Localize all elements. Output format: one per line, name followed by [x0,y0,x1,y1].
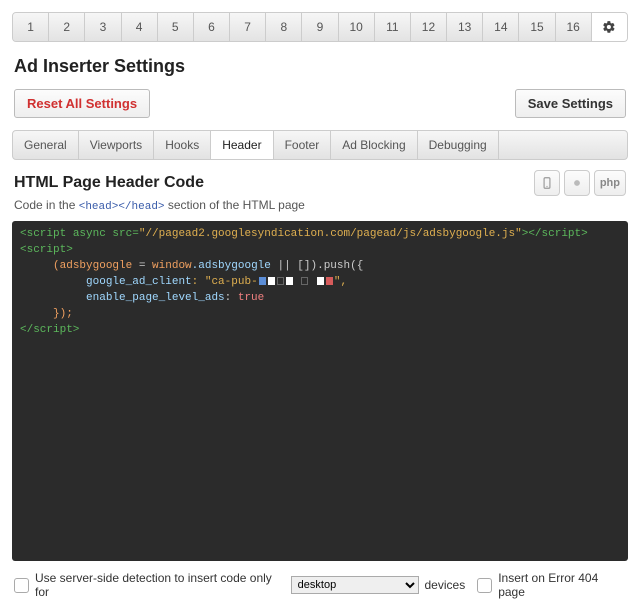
block-tab-2[interactable]: 2 [49,13,85,41]
section-subtext: Code in the <head></head> section of the… [14,198,626,213]
block-tab-11[interactable]: 11 [375,13,411,41]
circle-icon [570,176,584,190]
block-tab-8[interactable]: 8 [266,13,302,41]
block-tab-16[interactable]: 16 [556,13,592,41]
section-title: HTML Page Header Code [14,174,530,192]
block-tab-5[interactable]: 5 [158,13,194,41]
block-tab-10[interactable]: 10 [339,13,375,41]
block-tab-12[interactable]: 12 [411,13,447,41]
footer-options: Use server-side detection to insert code… [14,571,626,599]
tab-general[interactable]: General [13,131,79,159]
block-tab-14[interactable]: 14 [483,13,519,41]
block-tab-13[interactable]: 13 [447,13,483,41]
block-tab-4[interactable]: 4 [122,13,158,41]
section-header: HTML Page Header Code php [14,170,626,196]
settings-gear-tab[interactable] [592,13,627,41]
block-tab-15[interactable]: 15 [519,13,555,41]
code-editor[interactable]: <script async src="//pagead2.googlesyndi… [12,221,628,561]
subtext-prefix: Code in the [14,198,79,212]
enable-toggle-button[interactable] [564,170,590,196]
block-tab-9[interactable]: 9 [302,13,338,41]
block-tab-1[interactable]: 1 [13,13,49,41]
devices-suffix: devices [425,578,466,592]
save-settings-button[interactable]: Save Settings [515,89,626,118]
phone-icon [540,176,554,190]
tab-header[interactable]: Header [211,131,273,159]
subtext-suffix: section of the HTML page [165,198,305,212]
server-side-label: Use server-side detection to insert code… [35,571,285,599]
gear-icon [602,20,616,34]
tab-hooks[interactable]: Hooks [154,131,211,159]
head-tag-sample: <head></head> [79,201,165,213]
block-tab-6[interactable]: 6 [194,13,230,41]
tab-viewports[interactable]: Viewports [79,131,154,159]
error404-checkbox[interactable] [477,578,492,593]
actions-bar: Reset All Settings Save Settings [14,89,626,118]
php-toggle-button[interactable]: php [594,170,626,196]
reset-settings-button[interactable]: Reset All Settings [14,89,150,118]
settings-tabs: GeneralViewportsHooksHeaderFooterAd Bloc… [12,130,628,160]
tab-debugging[interactable]: Debugging [418,131,499,159]
page-title: Ad Inserter Settings [14,56,626,77]
device-toggle-button[interactable] [534,170,560,196]
block-tab-7[interactable]: 7 [230,13,266,41]
device-select[interactable]: desktop [291,576,419,594]
block-tab-3[interactable]: 3 [85,13,121,41]
tab-ad-blocking[interactable]: Ad Blocking [331,131,417,159]
error404-label: Insert on Error 404 page [498,571,626,599]
block-tabs: 12345678910111213141516 [12,12,628,42]
tab-footer[interactable]: Footer [274,131,332,159]
server-side-checkbox[interactable] [14,578,29,593]
